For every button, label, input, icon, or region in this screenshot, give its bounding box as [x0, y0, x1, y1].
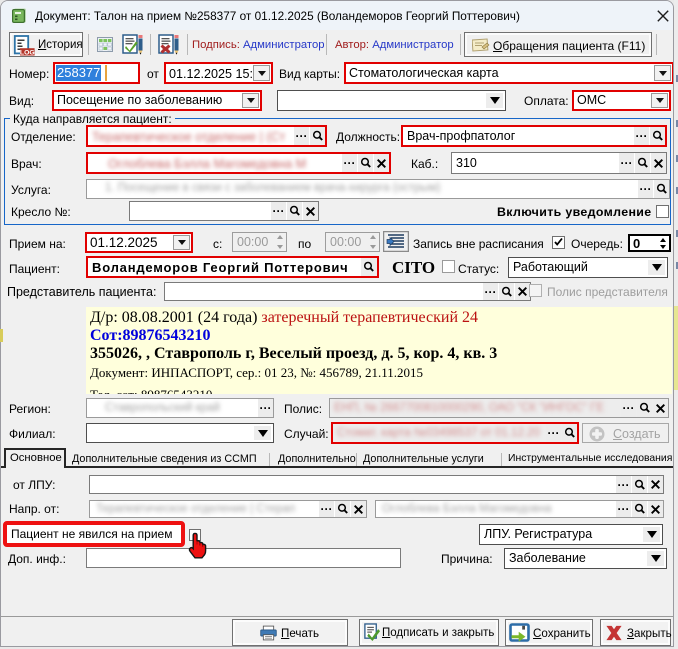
- svg-text:LOG: LOG: [20, 49, 35, 56]
